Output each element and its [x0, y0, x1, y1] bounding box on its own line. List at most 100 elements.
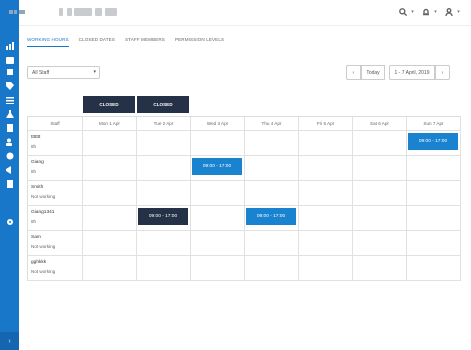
day-cell[interactable]	[299, 181, 353, 206]
next-week-button[interactable]: ›	[435, 65, 450, 80]
staff-cell[interactable]: gghkkk Not working	[28, 256, 83, 281]
document-icon[interactable]	[5, 180, 14, 188]
day-cell[interactable]	[83, 156, 137, 181]
day-cell[interactable]	[407, 156, 461, 181]
staff-row: Giang 8h 09:00 - 17:00	[28, 156, 461, 181]
day-cell[interactable]	[83, 206, 137, 231]
day-cell[interactable]	[353, 181, 407, 206]
day-cell[interactable]: 09:00 - 17:00	[137, 206, 191, 231]
staff-cell[interactable]: Giang 8h	[28, 156, 83, 181]
day-cell[interactable]	[137, 231, 191, 256]
list-icon[interactable]	[5, 96, 14, 104]
day-cell[interactable]	[299, 156, 353, 181]
day-cell[interactable]	[407, 231, 461, 256]
day-cell[interactable]	[191, 181, 245, 206]
day-cell[interactable]	[83, 231, 137, 256]
day-cell[interactable]	[137, 256, 191, 281]
sidebar-collapse-button[interactable]: ›	[0, 332, 19, 350]
bell-icon[interactable]	[421, 7, 430, 16]
day-cell[interactable]	[245, 156, 299, 181]
day-cell[interactable]	[353, 231, 407, 256]
day-cell[interactable]	[191, 206, 245, 231]
sidebar: ›	[0, 0, 19, 350]
staff-cell[interactable]: Smith Not working	[28, 181, 83, 206]
user-icon[interactable]	[444, 7, 453, 16]
staff-name: ttttttt	[31, 135, 41, 140]
clipboard-icon[interactable]	[5, 124, 14, 132]
column-header: Wed 3 Apr	[191, 117, 245, 131]
staff-cell[interactable]: Sam Not working	[28, 231, 83, 256]
column-header: Sat 6 Apr	[353, 117, 407, 131]
shift-block[interactable]: 09:00 - 17:00	[246, 208, 296, 225]
tab-permission-levels[interactable]: PERMISSION LEVELS	[175, 37, 224, 47]
staff-cell[interactable]: ttttttt 8h	[28, 131, 83, 156]
day-cell[interactable]	[191, 131, 245, 156]
shift-block[interactable]: 09:00 - 17:00	[192, 158, 242, 175]
day-cell[interactable]	[407, 181, 461, 206]
staff-hours: 8h	[31, 144, 37, 149]
column-header: Fri 5 Apr	[299, 117, 353, 131]
megaphone-icon[interactable]	[5, 166, 14, 174]
staff-hours: Not working	[31, 194, 56, 199]
settings-icon[interactable]	[5, 218, 14, 226]
users-icon[interactable]	[5, 138, 14, 146]
prev-week-button[interactable]: ‹	[346, 65, 361, 80]
staff-hours: Not working	[31, 269, 56, 274]
chevron-down-icon: ▾	[93, 69, 96, 75]
day-cell[interactable]	[299, 131, 353, 156]
date-range-picker[interactable]: 1 - 7 April, 2019	[389, 65, 435, 80]
tags-icon[interactable]	[5, 82, 14, 90]
gear-icon[interactable]	[5, 152, 14, 160]
column-header: Mon 1 Apr	[83, 117, 137, 131]
day-cell[interactable]	[245, 256, 299, 281]
staff-select[interactable]: All Staff ▾	[27, 66, 100, 79]
day-cell[interactable]	[245, 131, 299, 156]
staff-row: Giang1341 8h 09:00 - 17:00 09:00 - 17:00	[28, 206, 461, 231]
day-cell[interactable]	[191, 231, 245, 256]
staff-cell[interactable]: Giang1341 8h	[28, 206, 83, 231]
tab-bar: WORKING HOURS CLOSED DATES STAFF MEMBERS…	[27, 37, 224, 47]
column-header: Sun 7 Apr	[407, 117, 461, 131]
day-cell[interactable]	[83, 181, 137, 206]
day-cell[interactable]	[407, 256, 461, 281]
day-cell[interactable]	[353, 256, 407, 281]
day-cell[interactable]	[83, 256, 137, 281]
day-cell[interactable]: 09:00 - 17:00	[407, 131, 461, 156]
staff-row: ttttttt 8h 09:00 - 17:00	[28, 131, 461, 156]
calendar-icon[interactable]	[5, 56, 14, 64]
staff-row: Smith Not working	[28, 181, 461, 206]
day-cell[interactable]	[299, 256, 353, 281]
staff-name: Smith	[31, 185, 44, 190]
search-icon[interactable]	[398, 7, 407, 16]
day-cell[interactable]	[353, 131, 407, 156]
chart-icon[interactable]	[5, 42, 14, 50]
tab-closed-dates[interactable]: CLOSED DATES	[79, 37, 115, 47]
flask-icon[interactable]	[5, 110, 14, 118]
day-cell[interactable]	[191, 256, 245, 281]
day-cell[interactable]	[137, 131, 191, 156]
tab-staff-members[interactable]: STAFF MEMBERS	[125, 37, 165, 47]
day-cell[interactable]	[299, 231, 353, 256]
day-cell[interactable]	[137, 181, 191, 206]
day-cell[interactable]	[83, 131, 137, 156]
staff-name: Giang1341	[31, 210, 55, 215]
closed-badge-mon[interactable]: CLOSED	[83, 96, 135, 113]
day-cell[interactable]	[245, 231, 299, 256]
tab-working-hours[interactable]: WORKING HOURS	[27, 37, 69, 47]
shift-block[interactable]: 09:00 - 17:00	[138, 208, 188, 225]
day-cell[interactable]	[137, 156, 191, 181]
today-button[interactable]: Today	[361, 65, 385, 80]
day-cell[interactable]	[245, 181, 299, 206]
staff-hours: Not working	[31, 244, 56, 249]
staff-name: Giang	[31, 160, 44, 165]
grid-header-row: Staff Mon 1 Apr Tue 2 Apr Wed 3 Apr Thu …	[28, 117, 461, 131]
day-cell[interactable]	[353, 206, 407, 231]
day-cell[interactable]: 09:00 - 17:00	[191, 156, 245, 181]
shift-block[interactable]: 09:00 - 17:00	[408, 133, 458, 150]
day-cell[interactable]	[299, 206, 353, 231]
day-cell[interactable]: 09:00 - 17:00	[245, 206, 299, 231]
closed-badge-tue[interactable]: CLOSED	[137, 96, 189, 113]
day-cell[interactable]	[353, 156, 407, 181]
box-icon[interactable]	[5, 68, 14, 76]
day-cell[interactable]	[407, 206, 461, 231]
